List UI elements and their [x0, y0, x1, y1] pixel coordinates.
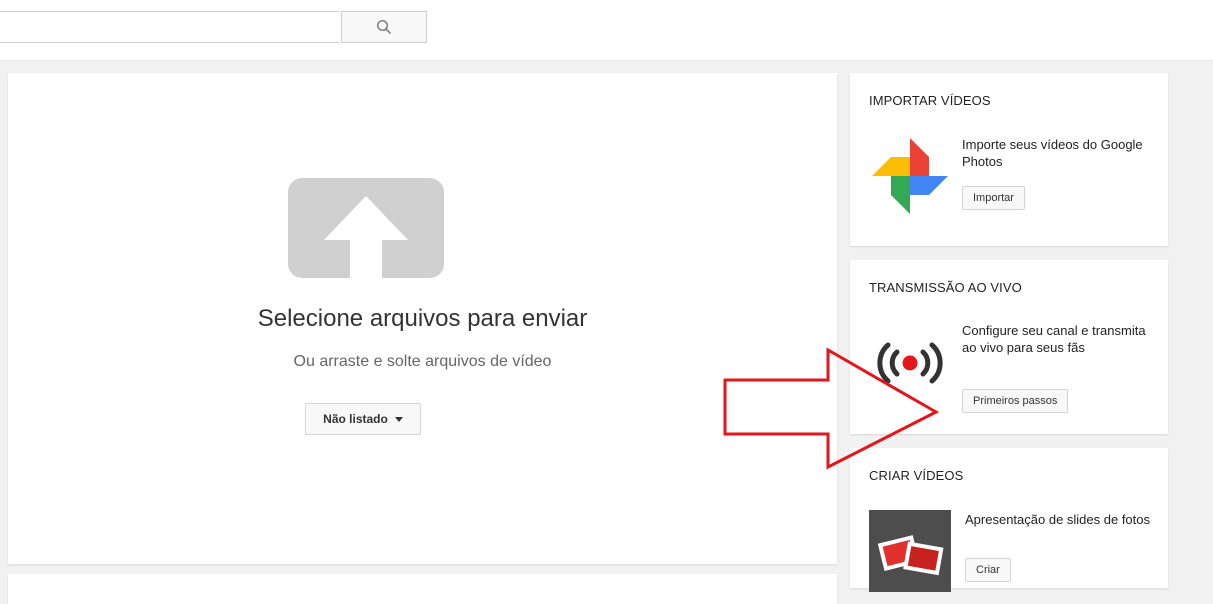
search-icon: [376, 19, 392, 35]
bottom-panel: [8, 574, 837, 604]
upload-title: Selecione arquivos para enviar: [257, 305, 588, 332]
create-button[interactable]: Criar: [965, 558, 1011, 582]
upload-panel[interactable]: Selecione arquivos para enviar Ou arrast…: [8, 73, 837, 564]
search-input[interactable]: [0, 11, 339, 43]
upload-subtitle: Ou arraste e solte arquivos de vídeo: [293, 353, 552, 370]
live-card-text: Configure seu canal e transmita ao vivo …: [962, 323, 1146, 355]
import-button[interactable]: Importar: [962, 186, 1025, 210]
import-card-text: Importe seus vídeos do Google Photos: [962, 137, 1143, 169]
import-videos-card: IMPORTAR VÍDEOS Importe seus vídeos do G…: [850, 73, 1168, 246]
live-card-title: TRANSMISSÃO AO VIVO: [869, 280, 1022, 295]
photo-slideshow-icon: [869, 510, 951, 592]
create-card-text: Apresentação de slides de fotos: [965, 512, 1151, 527]
search-button[interactable]: [341, 11, 427, 43]
privacy-dropdown-label: Não listado: [323, 412, 388, 426]
get-started-button[interactable]: Primeiros passos: [962, 389, 1069, 413]
privacy-dropdown[interactable]: Não listado: [305, 403, 421, 435]
red-arrow-annotation: [723, 347, 940, 470]
top-bar: [0, 0, 1213, 61]
chevron-down-icon: [394, 416, 403, 422]
upload-arrow-icon[interactable]: [288, 178, 444, 278]
google-photos-pinwheel-icon: [872, 138, 948, 214]
import-card-title: IMPORTAR VÍDEOS: [869, 93, 991, 108]
